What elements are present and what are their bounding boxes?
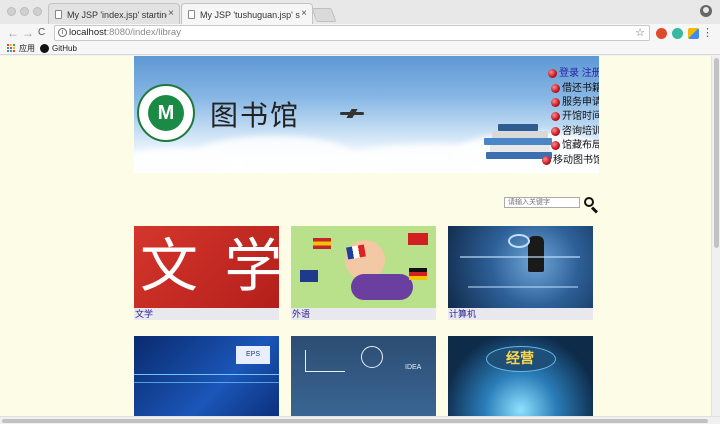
tab-strip: My JSP 'index.jsp' starting pag × My JSP… [0,0,720,24]
login-register-links: 登录 注册 [548,68,599,80]
apps-grid-icon [7,44,16,53]
bookmarks-bar: 应用 GitHub [0,42,720,55]
extension-icon[interactable] [672,28,683,39]
page-icon [188,10,195,19]
browser-toolbar: ← → C i localhost:8080/index/libray ☆ ⋮ [0,24,720,42]
close-tab-icon[interactable]: × [301,8,307,19]
url-path: :8080/index/libray [106,27,181,38]
baby-flags-image [291,226,436,308]
scroll-thumb[interactable] [714,58,719,248]
url-host: localhost [69,27,107,38]
category-card-electronics[interactable]: EPS [134,336,279,416]
category-label[interactable]: 计算机 [448,308,593,320]
management-image: 经营 [448,336,593,416]
nav-label: 馆藏布局 [562,140,599,151]
back-button[interactable]: ← [7,25,19,41]
nav-opening-hours[interactable]: 开馆时间 [551,111,599,123]
nav-borrow-return[interactable]: 借还书籍 [551,83,599,95]
red-bullet-icon [551,98,560,107]
close-window-button[interactable] [7,7,16,16]
business-chalkboard-image: IDEA [291,336,436,416]
nav-label: 移动图书馆 [553,155,599,166]
computer-network-image [448,226,593,308]
management-title-art: 经营 [506,350,534,366]
red-bullet-icon [548,69,557,78]
nav-mobile-library[interactable]: 移动图书馆 [542,155,599,167]
register-link[interactable]: 注册 [582,68,599,79]
logo-emblem: M [148,95,184,131]
red-bullet-icon [551,112,560,121]
bookmark-github[interactable]: GitHub [40,43,77,54]
red-bullet-icon [542,156,551,165]
login-link[interactable]: 登录 [559,68,579,79]
minimize-window-button[interactable] [20,7,29,16]
bookmark-label: 应用 [19,44,35,53]
tab-index-jsp[interactable]: My JSP 'index.jsp' starting pag × [48,3,180,24]
category-card-literature[interactable]: 文 学 文学 [134,226,279,320]
page-viewport: M 图书馆 登录 注册 借还书籍 服务申请 开馆时间 咨询培训 馆藏布局 移动图… [0,56,711,416]
bookmark-apps[interactable]: 应用 [7,43,35,54]
nav-service-request[interactable]: 服务申请 [551,97,599,109]
nav-consulting-training[interactable]: 咨询培训 [551,126,599,138]
new-tab-button[interactable] [311,8,337,22]
nav-label: 服务申请 [562,97,599,108]
extension-icon[interactable] [688,28,699,39]
category-card-management[interactable]: 经营 [448,336,593,416]
forward-button[interactable]: → [22,25,34,41]
tab-title: My JSP 'index.jsp' starting pag [67,10,167,20]
profile-icon[interactable] [700,5,712,17]
category-card-business-idea[interactable]: IDEA [291,336,436,416]
tab-title: My JSP 'tushuguan.jsp' startin [200,10,300,20]
bookmark-label: GitHub [52,44,77,53]
category-card-computer[interactable]: 计算机 [448,226,593,320]
nav-collection-layout[interactable]: 馆藏布局 [551,140,599,152]
university-logo[interactable]: M [137,84,195,142]
nav-label: 开馆时间 [562,111,599,122]
search-input[interactable] [504,197,580,208]
category-label[interactable]: 外语 [291,308,436,320]
info-icon[interactable]: i [58,28,67,37]
nav-label: 借还书籍 [562,83,599,94]
red-bullet-icon [551,127,560,136]
literature-image: 文 学 [134,226,279,308]
page-icon [55,10,62,19]
horizontal-scrollbar[interactable] [0,416,720,424]
zoom-window-button[interactable] [33,7,42,16]
category-card-foreign-language[interactable]: 外语 [291,226,436,320]
vertical-scrollbar[interactable] [711,56,720,416]
red-bullet-icon [551,141,560,150]
search-icon[interactable] [584,197,599,214]
idea-sketch: IDEA [405,364,422,371]
reload-button[interactable]: C [38,25,45,41]
browser-menu-icon[interactable]: ⋮ [702,26,713,39]
red-bullet-icon [551,84,560,93]
eps-badge: EPS [236,346,270,364]
circuit-board-image: EPS [134,336,279,416]
calligraphy-art: 文 学 [140,232,279,300]
scroll-thumb[interactable] [2,419,708,423]
extension-icon[interactable] [656,28,667,39]
page-title: 图书馆 [210,99,301,132]
close-tab-icon[interactable]: × [168,8,174,19]
airplane-image [340,112,364,115]
github-icon [40,44,49,53]
library-banner: M 图书馆 登录 注册 借还书籍 服务申请 开馆时间 咨询培训 馆藏布局 移动图… [134,56,599,173]
bookmark-star-icon[interactable]: ☆ [635,26,645,40]
tab-tushuguan-jsp[interactable]: My JSP 'tushuguan.jsp' startin × [181,3,313,24]
category-label[interactable]: 文学 [134,308,279,320]
address-bar[interactable]: i localhost:8080/index/libray ☆ [54,25,650,41]
nav-label: 咨询培训 [562,126,599,137]
